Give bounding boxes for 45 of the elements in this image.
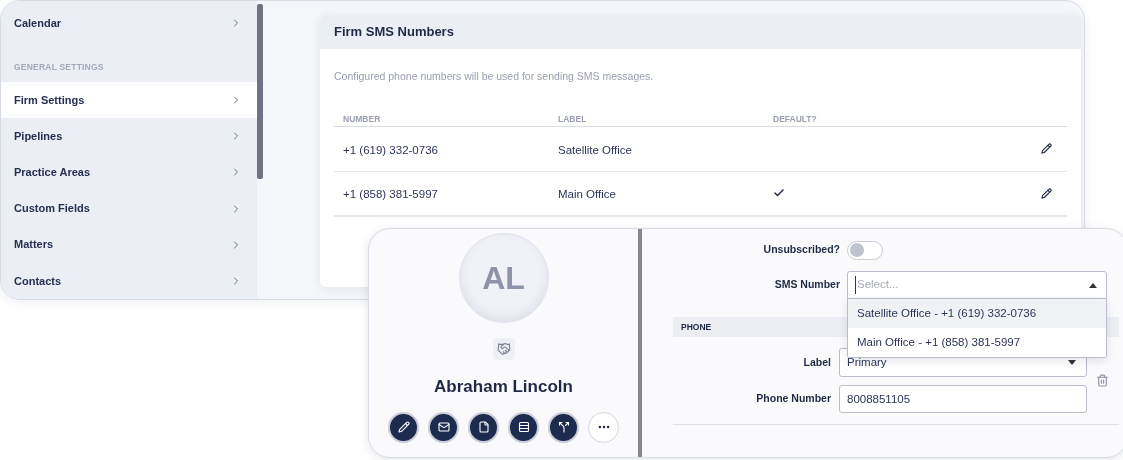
description-text: Configured phone numbers will be used for sending SMS messages.	[334, 69, 655, 84]
card-title: Firm SMS Numbers	[334, 23, 454, 42]
handshake-icon	[492, 338, 515, 360]
field-label: SMS Number	[773, 277, 841, 293]
route-button[interactable]	[548, 411, 579, 443]
sidebar-item[interactable]: Firm Settings	[1, 81, 257, 119]
split-arrow-icon	[557, 421, 570, 433]
table-cell: Main Office	[558, 188, 616, 201]
dropdown-option[interactable]: Satellite Office - +1 (619) 332-0736	[848, 299, 1106, 328]
document-button[interactable]	[468, 411, 499, 443]
envelope-icon	[437, 421, 450, 433]
sidebar-item[interactable]: Calendar	[1, 5, 257, 42]
table-cell: +1 (858) 381-5997	[343, 188, 438, 201]
document-icon	[477, 421, 490, 433]
caret-down-icon	[1068, 360, 1076, 365]
avatar-initials: AL	[482, 259, 525, 298]
toggle-switch[interactable]	[847, 240, 883, 260]
dropdown-option[interactable]: Main Office - +1 (858) 381-5997	[848, 328, 1106, 357]
field-label: Phone Number	[755, 391, 832, 407]
sidebar-item[interactable]: Pipelines	[1, 118, 257, 155]
phone-number-input[interactable]: 8008851105	[839, 385, 1087, 413]
edit-button[interactable]	[388, 411, 419, 443]
list-icon	[517, 421, 530, 433]
column-header: LABEL	[558, 113, 587, 124]
pencil-icon	[397, 421, 410, 433]
trash-icon[interactable]	[1096, 374, 1109, 387]
section-heading: GENERAL SETTINGS	[13, 61, 105, 75]
scrollbar[interactable]	[257, 4, 263, 179]
section-title: PHONE	[681, 320, 712, 334]
field-label: Label	[802, 354, 832, 370]
sidebar-item[interactable]: Practice Areas	[1, 154, 257, 191]
edit-icon[interactable]	[1041, 187, 1052, 199]
sidebar-item[interactable]: Custom Fields	[1, 190, 257, 227]
sidebar-item[interactable]: Contacts	[1, 262, 257, 299]
sidebar-item[interactable]: Matters	[1, 226, 257, 263]
column-header: NUMBER	[343, 113, 381, 124]
edit-icon[interactable]	[1041, 143, 1052, 155]
contact-name: Abraham Lincoln	[434, 376, 573, 398]
table-cell: +1 (619) 332-0736	[343, 143, 438, 156]
table-cell: Satellite Office	[558, 143, 632, 156]
email-button[interactable]	[428, 411, 459, 443]
list-button[interactable]	[508, 411, 539, 443]
field-label: Unsubscribed?	[762, 242, 841, 258]
column-header: DEFAULT?	[773, 113, 817, 124]
caret-up-icon	[1089, 282, 1097, 288]
